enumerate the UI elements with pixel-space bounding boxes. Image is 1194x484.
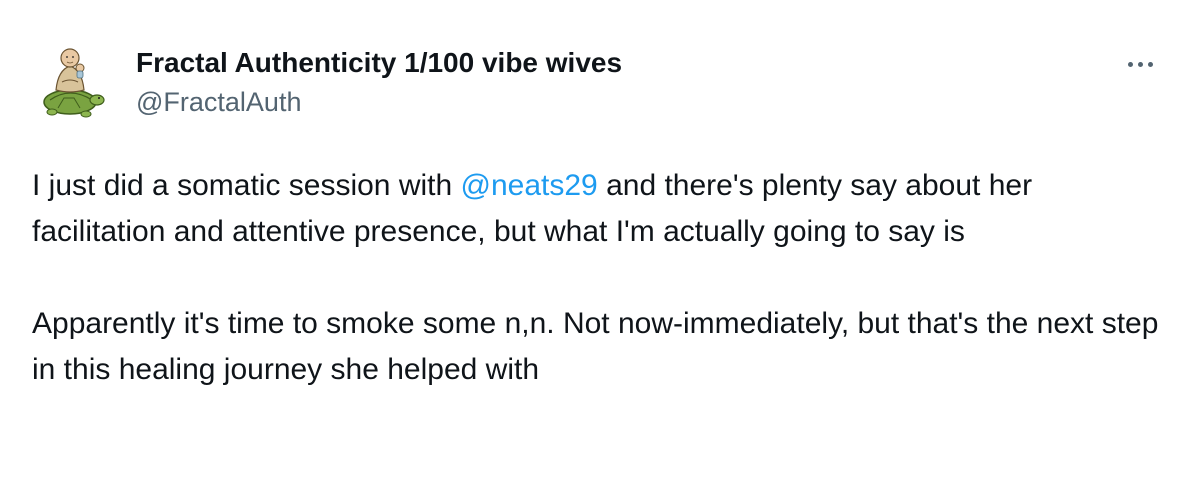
avatar[interactable] bbox=[36, 42, 106, 120]
more-options-button[interactable] bbox=[1118, 46, 1162, 82]
more-horizontal-icon-dot bbox=[1137, 61, 1143, 67]
monk-on-turtle-avatar-icon bbox=[43, 48, 105, 118]
tweet-text-segment: I just did a somatic session with bbox=[32, 169, 461, 202]
more-horizontal-icon bbox=[1127, 61, 1133, 67]
more-horizontal-icon-dot bbox=[1147, 61, 1153, 67]
tweet-text: I just did a somatic session with @neats… bbox=[32, 163, 1172, 393]
mention-link[interactable]: @neats29 bbox=[461, 169, 598, 202]
author-handle[interactable]: @FractalAuth bbox=[136, 87, 301, 118]
tweet-paragraph: Apparently it's time to smoke some n,n. … bbox=[32, 307, 1159, 386]
tweet-paragraph: I just did a somatic session with @neats… bbox=[32, 163, 1172, 255]
tweet-card: Fractal Authenticity 1/100 vibe wives @F… bbox=[0, 0, 1194, 484]
author-display-name[interactable]: Fractal Authenticity 1/100 vibe wives bbox=[136, 47, 622, 79]
